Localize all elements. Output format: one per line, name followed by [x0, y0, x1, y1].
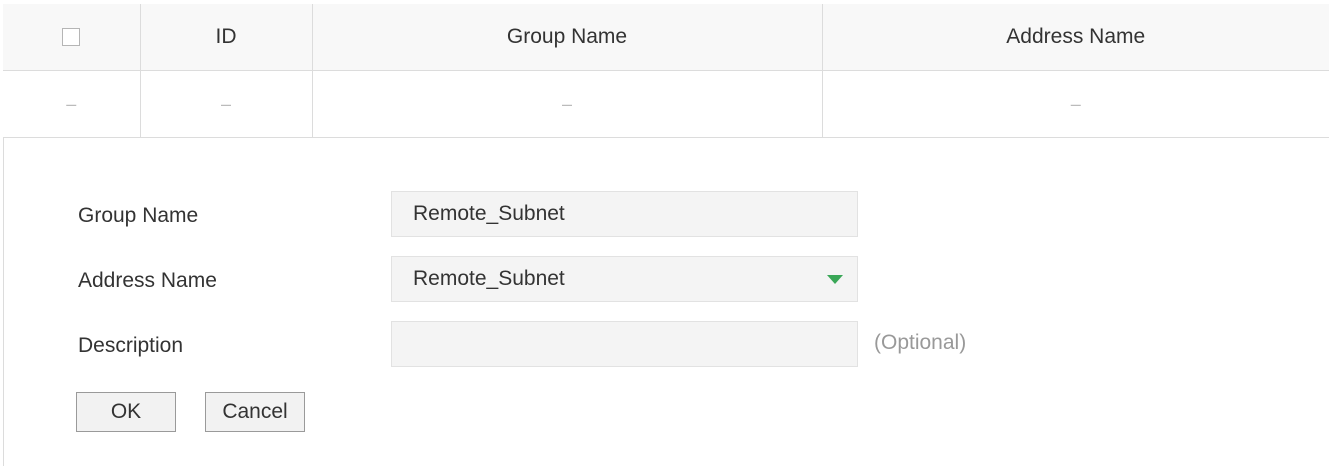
cancel-button[interactable]: Cancel: [205, 392, 305, 432]
select-all-checkbox[interactable]: [62, 28, 81, 47]
column-header-address-name[interactable]: Address Name: [822, 4, 1329, 71]
column-header-group-name[interactable]: Group Name: [312, 4, 823, 71]
cell-checkbox: –: [3, 70, 141, 138]
description-optional-hint: (Optional): [874, 331, 967, 354]
cell-group-name: –: [312, 70, 823, 138]
description-input[interactable]: [391, 321, 858, 367]
address-name-selected-value: Remote_Subnet: [413, 267, 565, 290]
group-name-label: Group Name: [78, 204, 199, 227]
cell-id: –: [140, 70, 313, 138]
chevron-down-icon[interactable]: [827, 275, 843, 284]
address-name-label: Address Name: [78, 269, 217, 292]
cell-address-name: –: [822, 70, 1329, 138]
description-label: Description: [78, 334, 184, 357]
column-header-id[interactable]: ID: [140, 4, 313, 71]
table-header-row: ID Group Name Address Name: [3, 4, 1329, 71]
table-row: – – – –: [3, 70, 1329, 138]
address-name-select[interactable]: Remote_Subnet: [391, 256, 858, 302]
select-all-header: [3, 4, 141, 71]
ok-button[interactable]: OK: [76, 392, 176, 432]
group-name-input[interactable]: [391, 191, 858, 237]
address-group-table: ID Group Name Address Name – – – –: [3, 4, 1329, 138]
